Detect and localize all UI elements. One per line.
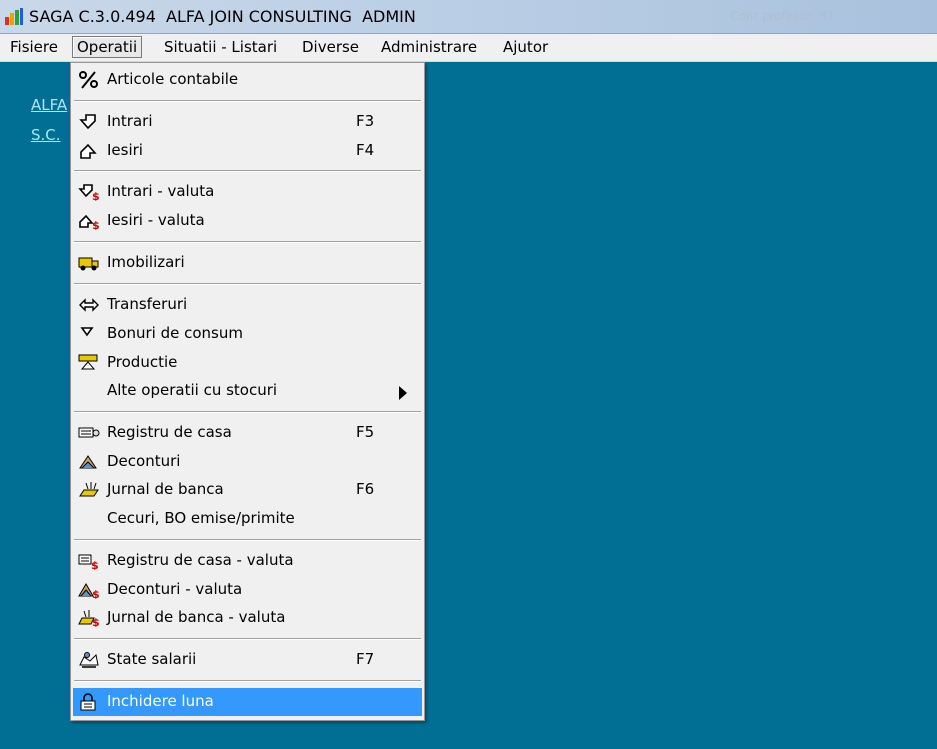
window-title: SAGA C.3.0.494 ALFA JOIN CONSULTING ADMI… [29, 7, 416, 26]
menu-item-intrari-valuta[interactable]: $ Intrari - valuta [73, 178, 422, 206]
menu-separator [74, 170, 421, 172]
menu-item-imobilizari[interactable]: Imobilizari [73, 249, 422, 277]
menu-item-label: Iesiri - valuta [107, 211, 205, 229]
menu-item-registru-casa[interactable]: Registru de casa F5 [73, 419, 422, 447]
menu-item-jurnal-banca[interactable]: Jurnal de banca F6 [73, 476, 422, 504]
menu-separator [74, 100, 421, 102]
menu-fisiere[interactable]: Fisiere [10, 38, 58, 56]
menu-item-label: Imobilizari [107, 253, 185, 271]
menu-item-label: Registru de casa [107, 423, 232, 441]
down-arrow-icon [80, 327, 94, 337]
menu-item-label: Iesiri [107, 141, 143, 159]
menu-item-label: Transferuri [107, 295, 188, 313]
menu-item-label: Deconturi - valuta [107, 580, 243, 598]
menu-item-iesiri[interactable]: Iesiri F4 [73, 137, 422, 165]
menu-separator [74, 241, 421, 243]
menu-item-label: Inchidere luna [107, 692, 214, 710]
truck-icon [78, 257, 99, 271]
menu-item-label: Bonuri de consum [107, 324, 243, 342]
svg-text:$: $ [92, 190, 100, 201]
menu-administrare[interactable]: Administrare [381, 38, 477, 56]
menu-item-label: Articole contabile [107, 70, 239, 88]
menu-item-bonuri-consum[interactable]: Bonuri de consum [73, 320, 422, 348]
menu-item-label: Intrari - valuta [107, 182, 215, 200]
arrow-in-icon [79, 114, 96, 130]
menu-item-inchidere-luna[interactable]: Inchidere luna [73, 688, 422, 716]
cash-register-icon [78, 427, 100, 438]
menu-item-productie[interactable]: Productie [73, 349, 422, 377]
payroll-icon [79, 652, 99, 668]
shortcut-label: F5 [356, 423, 375, 441]
menu-item-registru-casa-valuta[interactable]: $ Registru de casa - valuta [73, 547, 422, 575]
menu-separator [74, 638, 421, 640]
settlement-dollar-icon: $ [78, 583, 100, 599]
menu-separator [74, 680, 421, 682]
submenu-arrow-icon [399, 386, 407, 400]
operatii-dropdown: Articole contabile Intrari F3 Iesiri F4 … [70, 62, 425, 721]
lock-icon [80, 693, 96, 711]
company-sc-link[interactable]: S.C. [31, 126, 61, 144]
menu-operatii[interactable]: Operatii [72, 36, 143, 58]
menu-item-label: Intrari [107, 112, 153, 130]
bank-dollar-icon: $ [78, 610, 100, 627]
svg-text:$: $ [92, 616, 100, 627]
menu-item-iesiri-valuta[interactable]: $ Iesiri - valuta [73, 207, 422, 235]
menu-separator [74, 539, 421, 541]
menu-item-label: State salarii [107, 650, 197, 668]
settlement-icon [79, 455, 97, 469]
arrow-out-icon [80, 143, 97, 159]
percent-icon [79, 71, 98, 89]
shortcut-label: F7 [356, 650, 375, 668]
menu-separator [74, 283, 421, 285]
arrow-out-dollar-icon: $ [79, 214, 100, 230]
title-bar: SAGA C.3.0.494 ALFA JOIN CONSULTING ADMI… [0, 0, 937, 34]
menu-item-label: Deconturi [107, 452, 181, 470]
window-ghost-text: Cont profesor: R1 [730, 9, 836, 23]
arrow-in-dollar-icon: $ [78, 184, 100, 201]
menu-item-deconturi-valuta[interactable]: $ Deconturi - valuta [73, 576, 422, 604]
menu-item-label: Registru de casa - valuta [107, 551, 294, 569]
svg-text:$: $ [92, 219, 100, 230]
menu-item-alte-operatii-stocuri[interactable]: Alte operatii cu stocuri [73, 377, 422, 405]
menu-item-transferuri[interactable]: Transferuri [73, 291, 422, 319]
shortcut-label: F6 [356, 480, 375, 498]
svg-text:$: $ [92, 588, 100, 599]
menu-bar: Fisiere Operatii Situatii - Listari Dive… [0, 34, 937, 62]
menu-item-state-salarii[interactable]: State salarii F7 [73, 646, 422, 674]
shortcut-label: F3 [356, 112, 375, 130]
menu-item-label: Jurnal de banca - valuta [107, 608, 286, 626]
double-arrow-icon [79, 298, 99, 312]
menu-item-label: Cecuri, BO emise/primite [107, 509, 295, 527]
shortcut-label: F4 [356, 141, 375, 159]
menu-item-articole-contabile[interactable]: Articole contabile [73, 66, 422, 94]
menu-item-cecuri[interactable]: Cecuri, BO emise/primite [73, 505, 422, 533]
company-link[interactable]: ALFA [31, 96, 67, 114]
menu-situatii-listari[interactable]: Situatii - Listari [164, 38, 277, 56]
menu-separator [74, 411, 421, 413]
menu-item-jurnal-banca-valuta[interactable]: $ Jurnal de banca - valuta [73, 604, 422, 632]
cash-register-dollar-icon: $ [78, 554, 99, 570]
menu-item-label: Jurnal de banca [107, 480, 224, 498]
svg-text:$: $ [91, 559, 99, 570]
menu-diverse[interactable]: Diverse [302, 38, 359, 56]
bank-icon [79, 482, 99, 497]
menu-item-label: Alte operatii cu stocuri [107, 381, 278, 399]
menu-ajutor[interactable]: Ajutor [503, 38, 548, 56]
menu-item-label: Productie [107, 353, 178, 371]
menu-item-deconturi[interactable]: Deconturi [73, 448, 422, 476]
menu-item-intrari[interactable]: Intrari F3 [73, 108, 422, 136]
factory-icon [78, 354, 98, 370]
app-icon [5, 8, 23, 25]
